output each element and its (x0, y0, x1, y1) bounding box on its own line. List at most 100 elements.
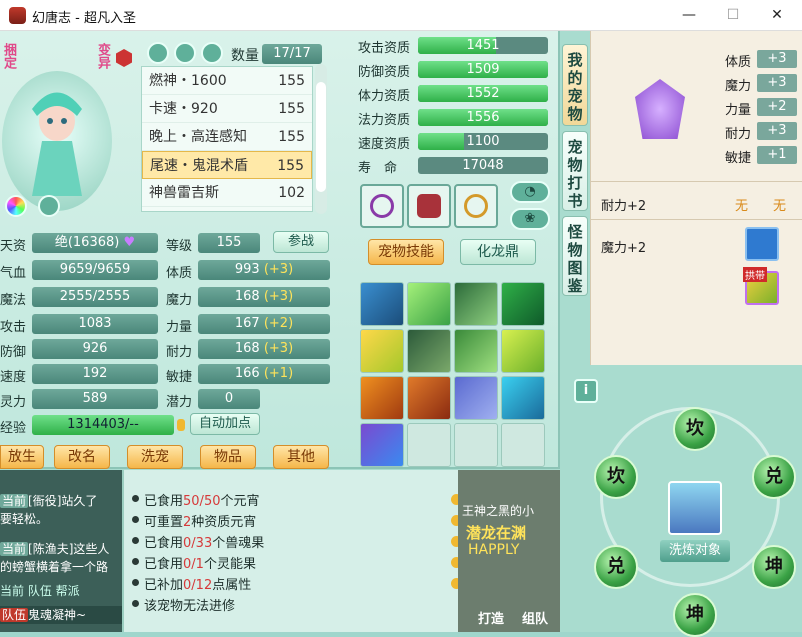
skill-icon[interactable] (360, 329, 404, 373)
crystal-icon (635, 79, 685, 139)
row-label: 魔力+2 (601, 241, 647, 256)
trigram-orb[interactable]: 兑 (752, 455, 796, 499)
count-label: 数量 (231, 48, 259, 64)
skill-icon[interactable] (360, 376, 404, 420)
stat-value: 168 (234, 289, 260, 304)
trigram-orb[interactable]: 坎 (594, 455, 638, 499)
attr-label: 耐力 (725, 127, 752, 142)
chat-line: 鬼魂凝神~ (28, 608, 87, 622)
pie-icon[interactable]: ◔ (510, 181, 550, 203)
stat-value: 192 (32, 364, 158, 384)
tab-monster-codex[interactable]: 怪物图鉴 (562, 216, 588, 296)
skill-icon[interactable] (454, 282, 498, 326)
tab-pet-books[interactable]: 宠物打书 (562, 131, 588, 211)
trigram-orb[interactable]: 坤 (673, 593, 717, 637)
feather-icon[interactable] (38, 195, 60, 217)
list-item[interactable]: 燃神・1600 155 (142, 67, 312, 95)
auto-points-button[interactable]: 自动加点 (190, 413, 260, 435)
food-line: 该宠物无法进修 (132, 595, 235, 614)
swap-icon[interactable] (201, 42, 223, 64)
color-wheel-icon[interactable] (5, 195, 27, 217)
skill-icon[interactable] (407, 282, 451, 326)
chat-line: [陈渔夫]这些人 (28, 542, 110, 556)
attr-bonus: +1 (757, 146, 797, 164)
skill-icon[interactable] (360, 282, 404, 326)
skill-icon[interactable] (501, 376, 545, 420)
exp-info-icon[interactable] (177, 419, 185, 431)
empty-skill-slot[interactable] (407, 423, 451, 467)
row-value: 无 (735, 199, 749, 214)
equipment-slot-necklace[interactable] (360, 184, 404, 228)
stat-value: 589 (32, 389, 158, 409)
empty-skill-slot[interactable] (454, 423, 498, 467)
list-item-selected[interactable]: 尾速・鬼混术盾 155 (142, 151, 312, 179)
wash-button[interactable]: 洗宠 (127, 445, 183, 469)
food-info-panel: 已食用50/50个元宵 可重置2种资质元宵 已食用0/33个兽魂果 已食用0/1… (122, 470, 462, 632)
trigram-orb[interactable]: 坎 (673, 407, 717, 451)
skill-icon[interactable] (501, 282, 545, 326)
stat-bonus: (+3) (263, 262, 294, 277)
chat-line: 的螃蟹横着拿一个路 (0, 560, 109, 574)
items-button[interactable]: 物品 (200, 445, 256, 469)
wash-target-avatar[interactable] (668, 481, 722, 535)
attr-bonus: +3 (757, 122, 797, 140)
stat-label: 体质 (166, 266, 193, 281)
empty-skill-slot[interactable] (501, 423, 545, 467)
food-line: 可重置2种资质元宵 (132, 511, 256, 530)
count-value: 17/17 (262, 44, 322, 64)
home-icon[interactable] (147, 42, 169, 64)
stat-value: 993 (234, 262, 260, 277)
pet-list: 燃神・1600 155 卡速・920 155 晚上・高连感知 155 尾速・鬼混术盾 1… (141, 66, 313, 212)
aptitude-bar: 1451 (418, 37, 548, 54)
pet-list-scrollbar[interactable] (315, 64, 327, 214)
wash-target-label[interactable]: 洗炼对象 (660, 540, 730, 562)
list-item[interactable]: 卡速・920 155 (142, 95, 312, 123)
aptitude-label: 速度资质 (358, 137, 411, 152)
attr-label: 体质 (725, 55, 752, 70)
skill-icon[interactable] (454, 329, 498, 373)
forge-button[interactable]: 打造 (478, 608, 504, 627)
refresh-icon[interactable] (174, 42, 196, 64)
stat-label: 速度 (0, 370, 27, 385)
stat-value-level: 155 (198, 233, 260, 253)
stat-bonus: (+1) (263, 366, 294, 381)
equipment-slot-armor[interactable] (407, 184, 451, 228)
skill-icon[interactable] (407, 376, 451, 420)
release-button[interactable]: 放生 (0, 445, 44, 469)
skill-icon[interactable] (360, 423, 404, 467)
stat-value: 9659/9659 (32, 260, 158, 280)
minimize-button[interactable]: — (666, 0, 712, 31)
trigram-orb[interactable]: 坤 (752, 545, 796, 589)
promo-title: 潜龙在渊 (466, 524, 527, 542)
pet-skills-tab[interactable]: 宠物技能 (368, 239, 444, 265)
gear-icon[interactable] (745, 227, 779, 261)
equipment-slot-collar[interactable] (454, 184, 498, 228)
trigram-panel: i 坎 坎 兑 兑 坤 坤 洗炼对象 (560, 365, 802, 637)
tab-my-pets[interactable]: 我的宠物 (562, 44, 588, 126)
other-button[interactable]: 其他 (273, 445, 329, 469)
aptitude-bar: 1556 (418, 109, 548, 126)
rename-button[interactable]: 改名 (54, 445, 110, 469)
aptitude-label: 法力资质 (358, 113, 411, 128)
attr-label: 力量 (725, 103, 752, 118)
join-battle-button[interactable]: 参战 (273, 231, 329, 253)
transform-tab[interactable]: 化龙鼎 (460, 239, 536, 265)
info-icon[interactable]: i (574, 379, 598, 403)
skill-icon[interactable] (501, 329, 545, 373)
skill-icon[interactable] (454, 376, 498, 420)
wash-result-panel: 体质 +3 魔力 +3 力量 +2 耐力 +3 敏捷 +1 耐力+2 无 无 魔… (590, 31, 802, 365)
chat-line: 要轻松。 (0, 512, 49, 526)
list-item[interactable]: 神兽雷吉斯 102 (142, 179, 312, 207)
list-item[interactable]: 晚上・高连感知 155 (142, 123, 312, 151)
skill-icon[interactable] (407, 329, 451, 373)
chat-channels[interactable]: 当前 队伍 帮派 (0, 582, 122, 600)
stat-label: 潜力 (166, 395, 193, 410)
team-button[interactable]: 组队 (522, 608, 548, 627)
close-button[interactable]: ✕ (754, 0, 800, 31)
maximize-button[interactable]: ☐ (710, 0, 756, 31)
paw-icon[interactable]: ❀ (510, 208, 550, 230)
trigram-orb[interactable]: 兑 (594, 545, 638, 589)
promo-sub: HAPPLY (468, 542, 520, 558)
window-title: 幻唐志 - 超凡入圣 (32, 11, 136, 26)
promo-banner[interactable]: 王神之黑的小 潜龙在渊 HAPPLY 打造 组队 (458, 470, 560, 632)
